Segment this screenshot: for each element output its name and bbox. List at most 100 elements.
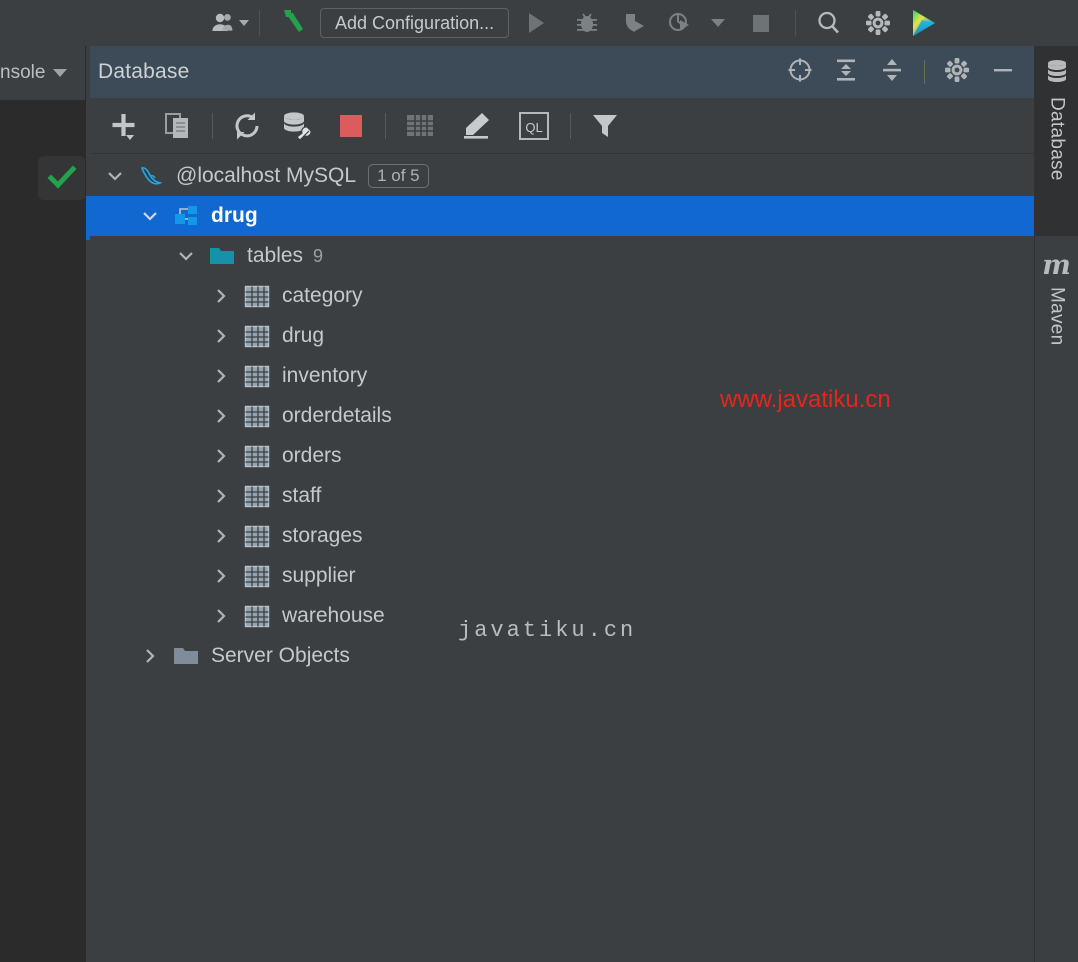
tree-node-schema-drug[interactable]: drug [90, 196, 1035, 236]
add-new-button[interactable] [104, 106, 144, 146]
toolbar-left-spacer [0, 23, 207, 24]
tree-node-connection[interactable]: @localhost MySQL 1 of 5 [90, 156, 1035, 196]
data-source-properties-icon [284, 111, 312, 141]
toolbar-divider-2 [385, 112, 386, 139]
table-icon [244, 523, 270, 549]
filter-button[interactable] [585, 106, 625, 146]
bug-icon [577, 13, 598, 32]
sidebar-tab-maven[interactable]: m Maven [1035, 236, 1078, 396]
search-icon [818, 11, 840, 34]
chevron-down-icon [239, 20, 249, 26]
table-row[interactable]: category [90, 276, 1035, 316]
expand-all-icon[interactable] [832, 56, 860, 89]
table-row[interactable]: orders [90, 436, 1035, 476]
table-row[interactable]: storages [90, 516, 1035, 556]
chevron-right-icon[interactable] [208, 443, 234, 469]
debug-button[interactable] [563, 8, 611, 38]
sidebar-tab-database[interactable]: Database [1035, 46, 1078, 236]
table-name-label: inventory [282, 364, 368, 387]
console-tab[interactable]: nsole [0, 46, 85, 100]
refresh-button[interactable] [227, 106, 267, 146]
open-table-button[interactable] [400, 106, 440, 146]
table-icon [244, 363, 270, 389]
right-tool-sidebar: Database m Maven [1034, 46, 1078, 962]
database-tool-window: Database QL @localhost MySQL 1 of 5 drug… [90, 46, 1035, 962]
schema-label: drug [211, 204, 258, 227]
mysql-dolphin-icon [138, 163, 164, 189]
duplicate-button[interactable] [158, 106, 198, 146]
toolbar-divider-3 [570, 112, 571, 139]
build-button[interactable] [268, 8, 318, 38]
checkmark-icon [47, 165, 77, 189]
settings-gear-icon[interactable] [943, 56, 971, 89]
table-row[interactable]: inventory [90, 356, 1035, 396]
database-stack-icon [1044, 58, 1070, 89]
schema-icon [173, 203, 199, 229]
tables-folder-label: tables [247, 244, 304, 267]
intellij-logo-icon [913, 10, 936, 36]
ide-window: Add Configuration... nsole Database QL @… [0, 0, 1078, 962]
stop-button[interactable] [735, 8, 787, 38]
table-row[interactable]: staff [90, 476, 1035, 516]
add-configuration-button[interactable]: Add Configuration... [320, 8, 510, 38]
search-everywhere-button[interactable] [804, 8, 854, 38]
modify-object-button[interactable] [456, 106, 496, 146]
users-icon [212, 13, 233, 31]
database-panel-header: Database [90, 46, 1035, 98]
chevron-down-icon [53, 69, 68, 77]
table-icon [244, 563, 270, 589]
table-name-label: staff [282, 484, 322, 507]
chevron-down-icon[interactable] [137, 203, 163, 229]
table-name-label: category [282, 284, 363, 307]
watermark-gray: javatiku.cn [458, 618, 637, 643]
table-icon [244, 483, 270, 509]
open-table-icon [407, 114, 433, 136]
chevron-down-icon [711, 19, 726, 27]
sidebar-tab-maven-label: Maven [1046, 287, 1068, 346]
table-name-label: orders [282, 444, 342, 467]
run-button[interactable] [509, 8, 563, 38]
coverage-run-icon [626, 14, 645, 32]
query-console-button[interactable]: QL [512, 106, 556, 146]
chevron-right-icon[interactable] [208, 323, 234, 349]
vcs-users-button[interactable] [207, 8, 251, 38]
chevron-right-icon[interactable] [208, 603, 234, 629]
chevron-right-icon[interactable] [208, 563, 234, 589]
data-source-properties-button[interactable] [277, 106, 317, 146]
stop-refresh-button[interactable] [331, 106, 371, 146]
header-divider [924, 60, 925, 84]
table-name-label: drug [282, 324, 325, 347]
scroll-from-source-icon[interactable] [786, 56, 814, 89]
stop-red-icon [340, 114, 362, 137]
profiler-run-icon [669, 13, 690, 31]
maven-m-icon: m [1042, 250, 1071, 281]
profile-dropdown-button[interactable] [701, 8, 735, 38]
table-name-label: supplier [282, 564, 356, 587]
connection-label: @localhost MySQL [176, 164, 357, 187]
table-icon [244, 603, 270, 629]
chevron-right-icon[interactable] [208, 403, 234, 429]
tree-node-tables-folder[interactable]: tables 9 [90, 236, 1035, 276]
console-tab-label: nsole [0, 62, 46, 83]
table-row[interactable]: drug [90, 316, 1035, 356]
table-row[interactable]: supplier [90, 556, 1035, 596]
minimize-icon[interactable] [989, 56, 1017, 89]
chevron-right-icon[interactable] [208, 363, 234, 389]
profile-button[interactable] [659, 8, 701, 38]
chevron-right-icon[interactable] [208, 283, 234, 309]
chevron-down-icon[interactable] [102, 163, 128, 189]
settings-button[interactable] [854, 8, 902, 38]
table-row[interactable]: orderdetails [90, 396, 1035, 436]
run-with-coverage-button[interactable] [611, 8, 659, 38]
chevron-right-icon[interactable] [137, 643, 163, 669]
collapse-all-icon[interactable] [878, 56, 906, 89]
toolbox-logo[interactable] [902, 8, 946, 38]
chevron-right-icon[interactable] [208, 483, 234, 509]
database-header-actions [786, 56, 1017, 89]
query-console-icon: QL [519, 111, 549, 140]
database-toolbar: QL [90, 98, 1035, 154]
chevron-right-icon[interactable] [208, 523, 234, 549]
chevron-down-icon[interactable] [173, 243, 199, 269]
connection-badge: 1 of 5 [368, 164, 429, 188]
toolbar-divider [259, 10, 260, 36]
